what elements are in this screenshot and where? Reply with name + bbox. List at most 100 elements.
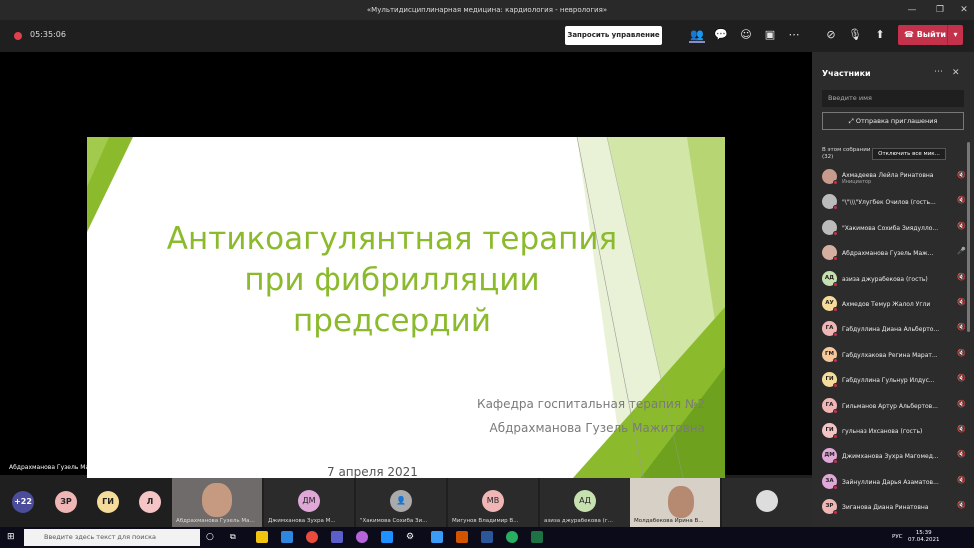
- mic-muted-icon[interactable]: 🔇: [957, 476, 966, 484]
- more-actions-icon[interactable]: ⋯: [786, 27, 802, 43]
- presence-icon: [833, 205, 838, 211]
- participant-bubble[interactable]: Л: [139, 491, 161, 513]
- participant-name: Зайнуллина Дарья Азаматов...: [842, 478, 939, 486]
- presence-icon: [833, 332, 838, 338]
- powerpoint-icon[interactable]: [456, 531, 468, 543]
- share-icon[interactable]: ⬆: [872, 27, 888, 43]
- participant-row[interactable]: ГА Гильманов Артур Альбертов... 🔇: [820, 393, 966, 418]
- panel-scrollbar[interactable]: [967, 142, 970, 332]
- video-person: [668, 486, 694, 518]
- participant-bubble[interactable]: ЗР: [55, 491, 77, 513]
- meeting-timer: 05:35:06: [30, 30, 66, 39]
- share-link-icon: ⤢: [848, 117, 856, 125]
- video-tile[interactable]: Молдабекова Ирина В...: [630, 478, 720, 527]
- mic-muted-icon[interactable]: 🔇: [957, 273, 966, 281]
- mic-muted-icon[interactable]: 🔇: [957, 298, 966, 306]
- app-icon[interactable]: [381, 531, 393, 543]
- reactions-icon[interactable]: ☺: [738, 27, 754, 43]
- system-clock[interactable]: 15:39 07.04.2021: [908, 530, 940, 544]
- word-icon[interactable]: [481, 531, 493, 543]
- video-tile[interactable]: ДМ Джимханова Зухра М...: [264, 478, 354, 527]
- mic-muted-icon[interactable]: 🔇: [957, 171, 966, 179]
- participant-row[interactable]: Абдрахманова Гузель Маж... 🎤: [820, 240, 966, 265]
- mic-muted-icon[interactable]: 🔇: [957, 222, 966, 230]
- participant-search-input[interactable]: Введите имя: [822, 90, 964, 107]
- mic-muted-icon[interactable]: 🔇: [957, 400, 966, 408]
- more-options-icon[interactable]: ⋯: [934, 67, 943, 77]
- avatar: МВ: [482, 490, 504, 512]
- zoom-icon[interactable]: [431, 531, 443, 543]
- chevron-down-icon[interactable]: ▾: [947, 25, 963, 45]
- presenter-label: Абдрахманова Гузель Мажитовна: [9, 464, 117, 471]
- taskbar-search-input[interactable]: Введите здесь текст для поиска: [24, 529, 200, 546]
- mic-muted-icon[interactable]: 🔇: [957, 374, 966, 382]
- participant-bubble[interactable]: ГИ: [97, 491, 119, 513]
- participant-name: Гильманов Артур Альбертов...: [842, 402, 938, 410]
- breakout-rooms-icon[interactable]: ▣: [762, 27, 778, 43]
- tile-name: азиза джурабекова (г...: [544, 518, 613, 524]
- video-tile[interactable]: 👤 "Хакимова Сохиба Зи...: [356, 478, 446, 527]
- send-invite-button[interactable]: ⤢ Отправка приглашения: [822, 112, 964, 130]
- video-tile[interactable]: Абдрахманова Гузель Ма...: [172, 478, 262, 527]
- camera-off-icon[interactable]: ⊘: [823, 27, 839, 43]
- windows-start-icon[interactable]: ⊞: [7, 532, 17, 542]
- presence-icon: [833, 230, 838, 236]
- mic-on-icon[interactable]: 🎤: [957, 247, 966, 255]
- participant-row[interactable]: ГИ Габдуллина Гульнур Илдус... 🔇: [820, 367, 966, 392]
- minimize-icon[interactable]: —: [898, 0, 926, 20]
- participant-name: Габдуллина Гульнур Илдус...: [842, 377, 935, 385]
- leave-button[interactable]: ☎ Выйти ▾: [898, 25, 963, 45]
- mic-muted-icon[interactable]: 🔇: [957, 349, 966, 357]
- mic-muted-icon[interactable]: 🔇: [957, 323, 966, 331]
- participant-row[interactable]: АУ Ахмедов Темур Жалол Угли 🔇: [820, 291, 966, 316]
- edge-icon[interactable]: [281, 531, 293, 543]
- close-panel-icon[interactable]: ✕: [952, 68, 960, 78]
- participants-icon[interactable]: 👥: [689, 27, 705, 43]
- invite-label: Отправка приглашения: [855, 117, 938, 125]
- video-tile[interactable]: АД азиза джурабекова (г...: [540, 478, 630, 527]
- mic-muted-icon[interactable]: 🔇: [957, 501, 966, 509]
- mic-off-icon[interactable]: 🎙: [847, 27, 863, 43]
- participant-row[interactable]: АД азиза джурабекова (гость) 🔇: [820, 266, 966, 291]
- mic-muted-icon[interactable]: 🔇: [957, 450, 966, 458]
- panel-title: Участники: [822, 69, 871, 78]
- task-view-icon[interactable]: ⧉: [230, 531, 242, 543]
- participant-name: Абдрахманова Гузель Маж...: [842, 250, 934, 258]
- participant-row[interactable]: ГМ Габдулхакова Регина Марат... 🔇: [820, 342, 966, 367]
- participant-list: Ахмадеева Лейла Ринатовна Инициатор 🔇 "\"\\…: [820, 164, 966, 519]
- participant-row[interactable]: "\"\\\"Улугбек Очилов (гость... 🔇: [820, 189, 966, 214]
- request-control-button[interactable]: Запросить управление: [565, 26, 662, 45]
- window-titlebar: «Мультидисциплинарная медицина: кардиоло…: [0, 0, 974, 20]
- settings-icon[interactable]: ⚙: [406, 531, 418, 543]
- file-explorer-icon[interactable]: [256, 531, 268, 543]
- mic-muted-icon[interactable]: 🔇: [957, 196, 966, 204]
- mute-all-button[interactable]: Отключить все мик...: [872, 148, 946, 160]
- excel-icon[interactable]: [531, 531, 543, 543]
- slide-title: Антикоагулянтная терапия при фибрилляции…: [157, 219, 627, 342]
- cortana-icon[interactable]: ○: [206, 531, 218, 543]
- language-indicator[interactable]: РУС: [892, 534, 903, 540]
- participant-row[interactable]: "Хакимова Сохиба Зиядулло... 🔇: [820, 215, 966, 240]
- close-icon[interactable]: ✕: [950, 0, 974, 20]
- avatar: [756, 490, 778, 512]
- slide-title-line: предсердий: [293, 303, 491, 339]
- participant-row[interactable]: ЗА Зайнуллина Дарья Азаматов... 🔇: [820, 469, 966, 494]
- participant-row[interactable]: ГИ гульназ Ихсанова (гость) 🔇: [820, 418, 966, 443]
- chat-icon[interactable]: 💬: [713, 27, 729, 43]
- participant-row[interactable]: ЗР Зиганова Диана Ринатовна 🔇: [820, 494, 966, 519]
- more-participants-badge[interactable]: +22: [12, 491, 34, 513]
- video-tile[interactable]: [722, 478, 812, 527]
- participant-row[interactable]: ГА Габдуллина Диана Альберто... 🔇: [820, 316, 966, 341]
- clock-time: 15:39: [915, 530, 932, 536]
- participant-row[interactable]: ДМ Джимханова Зухра Магомед... 🔇: [820, 443, 966, 468]
- mic-muted-icon[interactable]: 🔇: [957, 425, 966, 433]
- video-tile[interactable]: МВ Мигунов Владимир В...: [448, 478, 538, 527]
- shared-content-stage: Антикоагулянтная терапия при фибрилляции…: [0, 52, 812, 496]
- participant-row[interactable]: Ахмадеева Лейла Ринатовна Инициатор 🔇: [820, 164, 966, 189]
- participant-name: Ахмедов Темур Жалол Угли: [842, 300, 931, 308]
- whatsapp-icon[interactable]: [506, 531, 518, 543]
- section-header[interactable]: В этом собрании (32): [822, 147, 870, 161]
- chrome-icon[interactable]: [306, 531, 318, 543]
- app-icon[interactable]: [356, 531, 368, 543]
- teams-icon[interactable]: [331, 531, 343, 543]
